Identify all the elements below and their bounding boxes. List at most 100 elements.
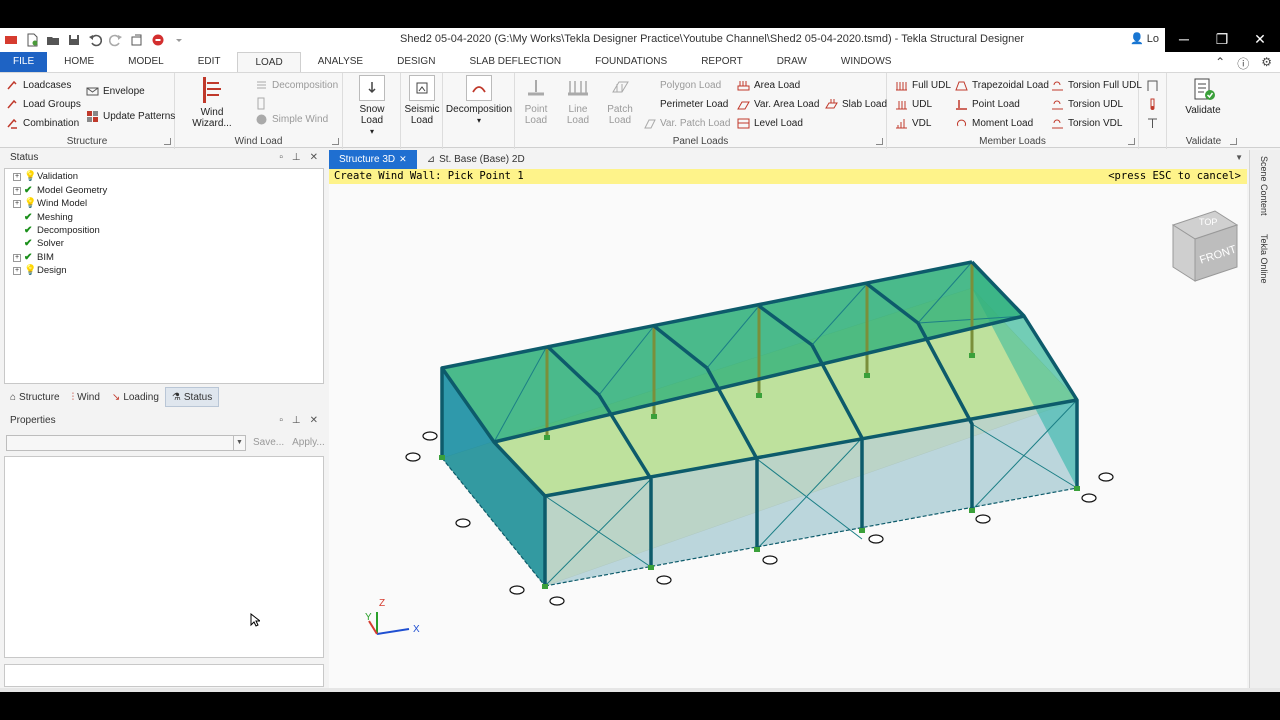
tekla-online-tab[interactable]: Tekla Online [1259,234,1269,284]
restore-icon[interactable]: ❐ [1203,28,1241,52]
status-maximize-icon[interactable]: ▫ [279,149,283,167]
open-folder-icon[interactable] [46,33,60,47]
thermal-load-icon[interactable] [1146,98,1159,111]
stop-icon[interactable] [151,33,165,47]
user-button[interactable]: 👤 Lo [1130,32,1159,45]
var-patch-load-button[interactable]: Var. Patch Load [643,117,730,130]
torsion-udl-button[interactable]: Torsion UDL [1051,98,1123,111]
tab-design[interactable]: DESIGN [380,52,452,72]
tree-item-bim[interactable]: + ✔ BIM [13,252,54,263]
tree-item-decomposition[interactable]: ✔ Decomposition [13,225,100,236]
new-file-icon[interactable] [25,33,39,47]
perimeter-load-button[interactable]: Perimeter Load [643,98,728,111]
model-icon[interactable] [130,33,144,47]
panel-tab-wind[interactable]: ⫶ Wind [66,387,106,407]
redo-icon[interactable] [109,33,123,47]
moment-load-button[interactable]: Moment Load [955,117,1033,130]
torsion-full-udl-button[interactable]: Torsion Full UDL [1051,79,1142,92]
tree-item-wind-model[interactable]: + 💡 Wind Model [13,198,87,209]
panel-point-load-button[interactable]: Point Load [519,75,553,126]
loadcases-button[interactable]: Loadcases [6,79,71,92]
tree-item-design[interactable]: + 💡 Design [13,265,67,276]
wind-option-button[interactable] [255,97,268,110]
view-tab-st-base-2d[interactable]: ⊿ St. Base (Base) 2D [417,150,535,169]
scene-content-tab[interactable]: Scene Content [1259,156,1269,216]
undo-icon[interactable] [88,33,102,47]
frame-load-icon[interactable] [1146,79,1159,92]
seismic-load-button[interactable]: Seismic Load [403,75,441,126]
tree-item-model-geometry[interactable]: + ✔ Model Geometry [13,185,107,196]
validate-launcher-icon[interactable] [1230,138,1237,145]
tab-slab-deflection[interactable]: SLAB DEFLECTION [452,52,578,72]
tab-draw[interactable]: DRAW [760,52,824,72]
panel-tab-loading[interactable]: ↘ Loading [106,387,165,407]
full-udl-button[interactable]: Full UDL [895,79,951,92]
tab-analyse[interactable]: ANALYSE [301,52,380,72]
structure-3d-viewport[interactable]: Create Wind Wall: Pick Point 1 <press ES… [329,169,1247,688]
status-pin-icon[interactable]: ⊥ [292,149,301,167]
wind-wizard-button[interactable]: Wind Wizard... [181,75,243,129]
update-patterns-button[interactable]: Update Patterns [86,110,175,123]
tab-home[interactable]: HOME [47,52,111,72]
tree-item-validation[interactable]: + 💡 Validation [13,171,78,182]
var-area-load-button[interactable]: Var. Area Load [737,98,819,111]
close-tab-icon[interactable]: ✕ [399,150,407,169]
expand-icon[interactable]: + [13,266,21,275]
panel-patch-load-button[interactable]: Patch Load [603,75,637,126]
view-tab-structure-3d[interactable]: Structure 3D ✕ [329,150,417,169]
properties-close-icon[interactable]: ✕ [310,412,318,430]
save-icon[interactable] [67,33,81,47]
polygon-load-button[interactable]: Polygon Load [643,79,721,92]
expand-icon[interactable]: + [13,253,21,262]
tab-edit[interactable]: EDIT [181,52,238,72]
status-close-icon[interactable]: ✕ [310,149,318,167]
panel-tab-structure[interactable]: ⌂ Structure [4,387,66,407]
vdl-button[interactable]: VDL [895,117,931,130]
tab-file[interactable]: FILE [0,52,48,72]
envelope-button[interactable]: Envelope [86,85,145,98]
tree-item-meshing[interactable]: ✔ Meshing [13,212,73,223]
panel-tab-status[interactable]: ⚗ Status [164,387,220,407]
properties-pin-icon[interactable]: ⊥ [292,412,301,430]
tab-report[interactable]: REPORT [684,52,760,72]
tree-item-solver[interactable]: ✔ Solver [13,238,64,249]
expand-icon[interactable]: + [13,199,21,208]
properties-maximize-icon[interactable]: ▫ [279,412,283,430]
tab-foundations[interactable]: FOUNDATIONS [578,52,684,72]
panel-loads-launcher-icon[interactable] [876,138,883,145]
combination-button[interactable]: Combination [6,117,79,130]
simple-wind-button[interactable]: Simple Wind [255,113,328,126]
torsion-vdl-button[interactable]: Torsion VDL [1051,117,1122,130]
member-point-load-button[interactable]: Point Load [955,98,1020,111]
decomposition-button[interactable]: Decomposition ▾ [446,75,512,126]
properties-selector[interactable]: ▼ [6,435,246,451]
decomposition-wind-button[interactable]: Decomposition [255,79,338,92]
area-load-button[interactable]: Area Load [737,79,800,92]
tab-load[interactable]: LOAD [237,52,301,72]
structure-launcher-icon[interactable] [164,138,171,145]
tab-windows[interactable]: WINDOWS [824,52,909,72]
settings-icon[interactable]: ⚙ [1261,55,1272,72]
panel-line-load-button[interactable]: Line Load [557,75,599,126]
validate-button[interactable]: Validate [1177,75,1229,116]
structure-model-canvas[interactable]: Z Y X [329,169,1247,688]
settlement-load-icon[interactable] [1146,117,1159,130]
level-load-button[interactable]: Level Load [737,117,803,130]
view-cube[interactable]: TOP FRONT [1169,205,1243,283]
slab-load-button[interactable]: Slab Load [825,98,887,111]
qat-dropdown-icon[interactable] [172,33,186,47]
udl-button[interactable]: UDL [895,98,932,111]
collapse-ribbon-icon[interactable]: ⌃ [1215,55,1225,72]
member-loads-launcher-icon[interactable] [1128,138,1135,145]
trapezoidal-load-button[interactable]: Trapezoidal Load [955,79,1049,92]
tab-model[interactable]: MODEL [111,52,181,72]
snow-load-button[interactable]: Snow Load ▾ [347,75,397,137]
load-groups-button[interactable]: Load Groups [6,98,81,111]
view-tabs-dropdown-icon[interactable]: ▼ [1235,153,1243,162]
expand-icon[interactable]: + [13,186,21,195]
properties-save-button[interactable]: Save... [253,437,284,448]
wind-launcher-icon[interactable] [332,138,339,145]
chevron-down-icon[interactable]: ▼ [233,436,245,450]
help-icon[interactable]: ⓘ [1237,55,1249,72]
close-icon[interactable]: ✕ [1241,28,1279,52]
